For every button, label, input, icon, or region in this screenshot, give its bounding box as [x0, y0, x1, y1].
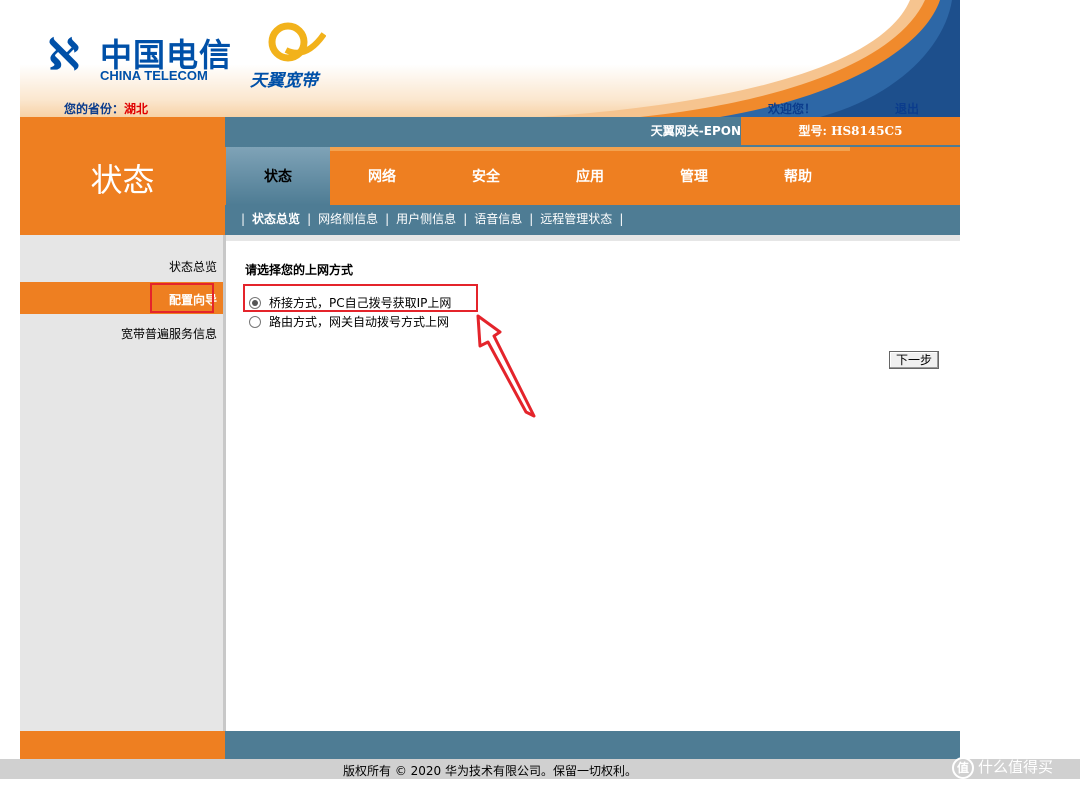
subnav-item-status-overview[interactable]: 状态总览 — [252, 212, 300, 226]
copyright-text: 版权所有 © 2020 华为技术有限公司。保留一切权利。 — [343, 764, 637, 778]
radio-button[interactable] — [249, 316, 261, 328]
next-step-button[interactable]: 下一步 — [889, 351, 939, 369]
tianyi-logo-icon — [268, 22, 326, 62]
watermark-text: 什么值得买 — [978, 758, 1054, 776]
welcome-text: 欢迎您！ — [768, 102, 817, 116]
footer-right-bar — [225, 731, 960, 759]
tab-network[interactable]: 网络 — [330, 147, 434, 205]
sub-nav: | 状态总览 | 网络侧信息 | 用户侧信息 | 语音信息 | 远程管理状态 | — [234, 205, 630, 235]
subnav-separator: | — [463, 212, 468, 226]
subnav-separator: | — [241, 212, 246, 226]
annotation-highlight-box — [243, 284, 478, 312]
subnav-separator: | — [619, 212, 624, 226]
sidebar-item-status-overview[interactable]: 状态总览 — [20, 258, 217, 275]
content-top-rule — [226, 235, 960, 241]
radio-route-mode[interactable]: 路由方式，网关自动拨号方式上网 — [249, 314, 449, 330]
tab-status[interactable]: 状态 — [226, 147, 330, 205]
annotation-arrow-icon — [476, 314, 536, 418]
subnav-separator: | — [529, 212, 534, 226]
province-info: 您的省份：湖北 — [64, 100, 148, 117]
province-label: 您的省份： — [64, 102, 125, 116]
subnav-item-remote-mgmt[interactable]: 远程管理状态 — [540, 212, 612, 226]
brand-text-logo: 天翼宽带 — [250, 71, 318, 91]
province-value: 湖北 — [124, 102, 149, 116]
watermark: 值什么值得买 — [952, 756, 1053, 779]
gateway-name: 天翼网关-EPON — [650, 124, 741, 138]
radio-route-label: 路由方式，网关自动拨号方式上网 — [269, 315, 450, 329]
footer-left-bar — [20, 731, 225, 759]
device-model: 型号: HS8145C5 — [798, 124, 903, 138]
subnav-separator: | — [307, 212, 312, 226]
logout-link[interactable]: 退出 — [895, 100, 919, 117]
sidebar-item-broadband-service[interactable]: 宽带普遍服务信息 — [20, 325, 217, 342]
sidebar-divider — [223, 235, 226, 731]
subnav-item-voice-info[interactable]: 语音信息 — [474, 212, 522, 226]
tab-management[interactable]: 管理 — [642, 147, 746, 205]
subnav-separator: | — [385, 212, 390, 226]
content-heading: 请选择您的上网方式 — [245, 263, 354, 277]
china-telecom-logo-icon: ℵ — [48, 30, 80, 79]
watermark-logo-icon: 值 — [952, 757, 974, 779]
tab-help[interactable]: 帮助 — [746, 147, 850, 205]
subnav-item-network-info[interactable]: 网络侧信息 — [318, 212, 378, 226]
section-title: 状态 — [90, 161, 155, 199]
tab-application[interactable]: 应用 — [538, 147, 642, 205]
tab-security[interactable]: 安全 — [434, 147, 538, 205]
subnav-item-user-info[interactable]: 用户侧信息 — [396, 212, 456, 226]
china-telecom-logo-en: CHINA TELECOM — [100, 68, 208, 83]
annotation-highlight-box — [150, 283, 214, 313]
